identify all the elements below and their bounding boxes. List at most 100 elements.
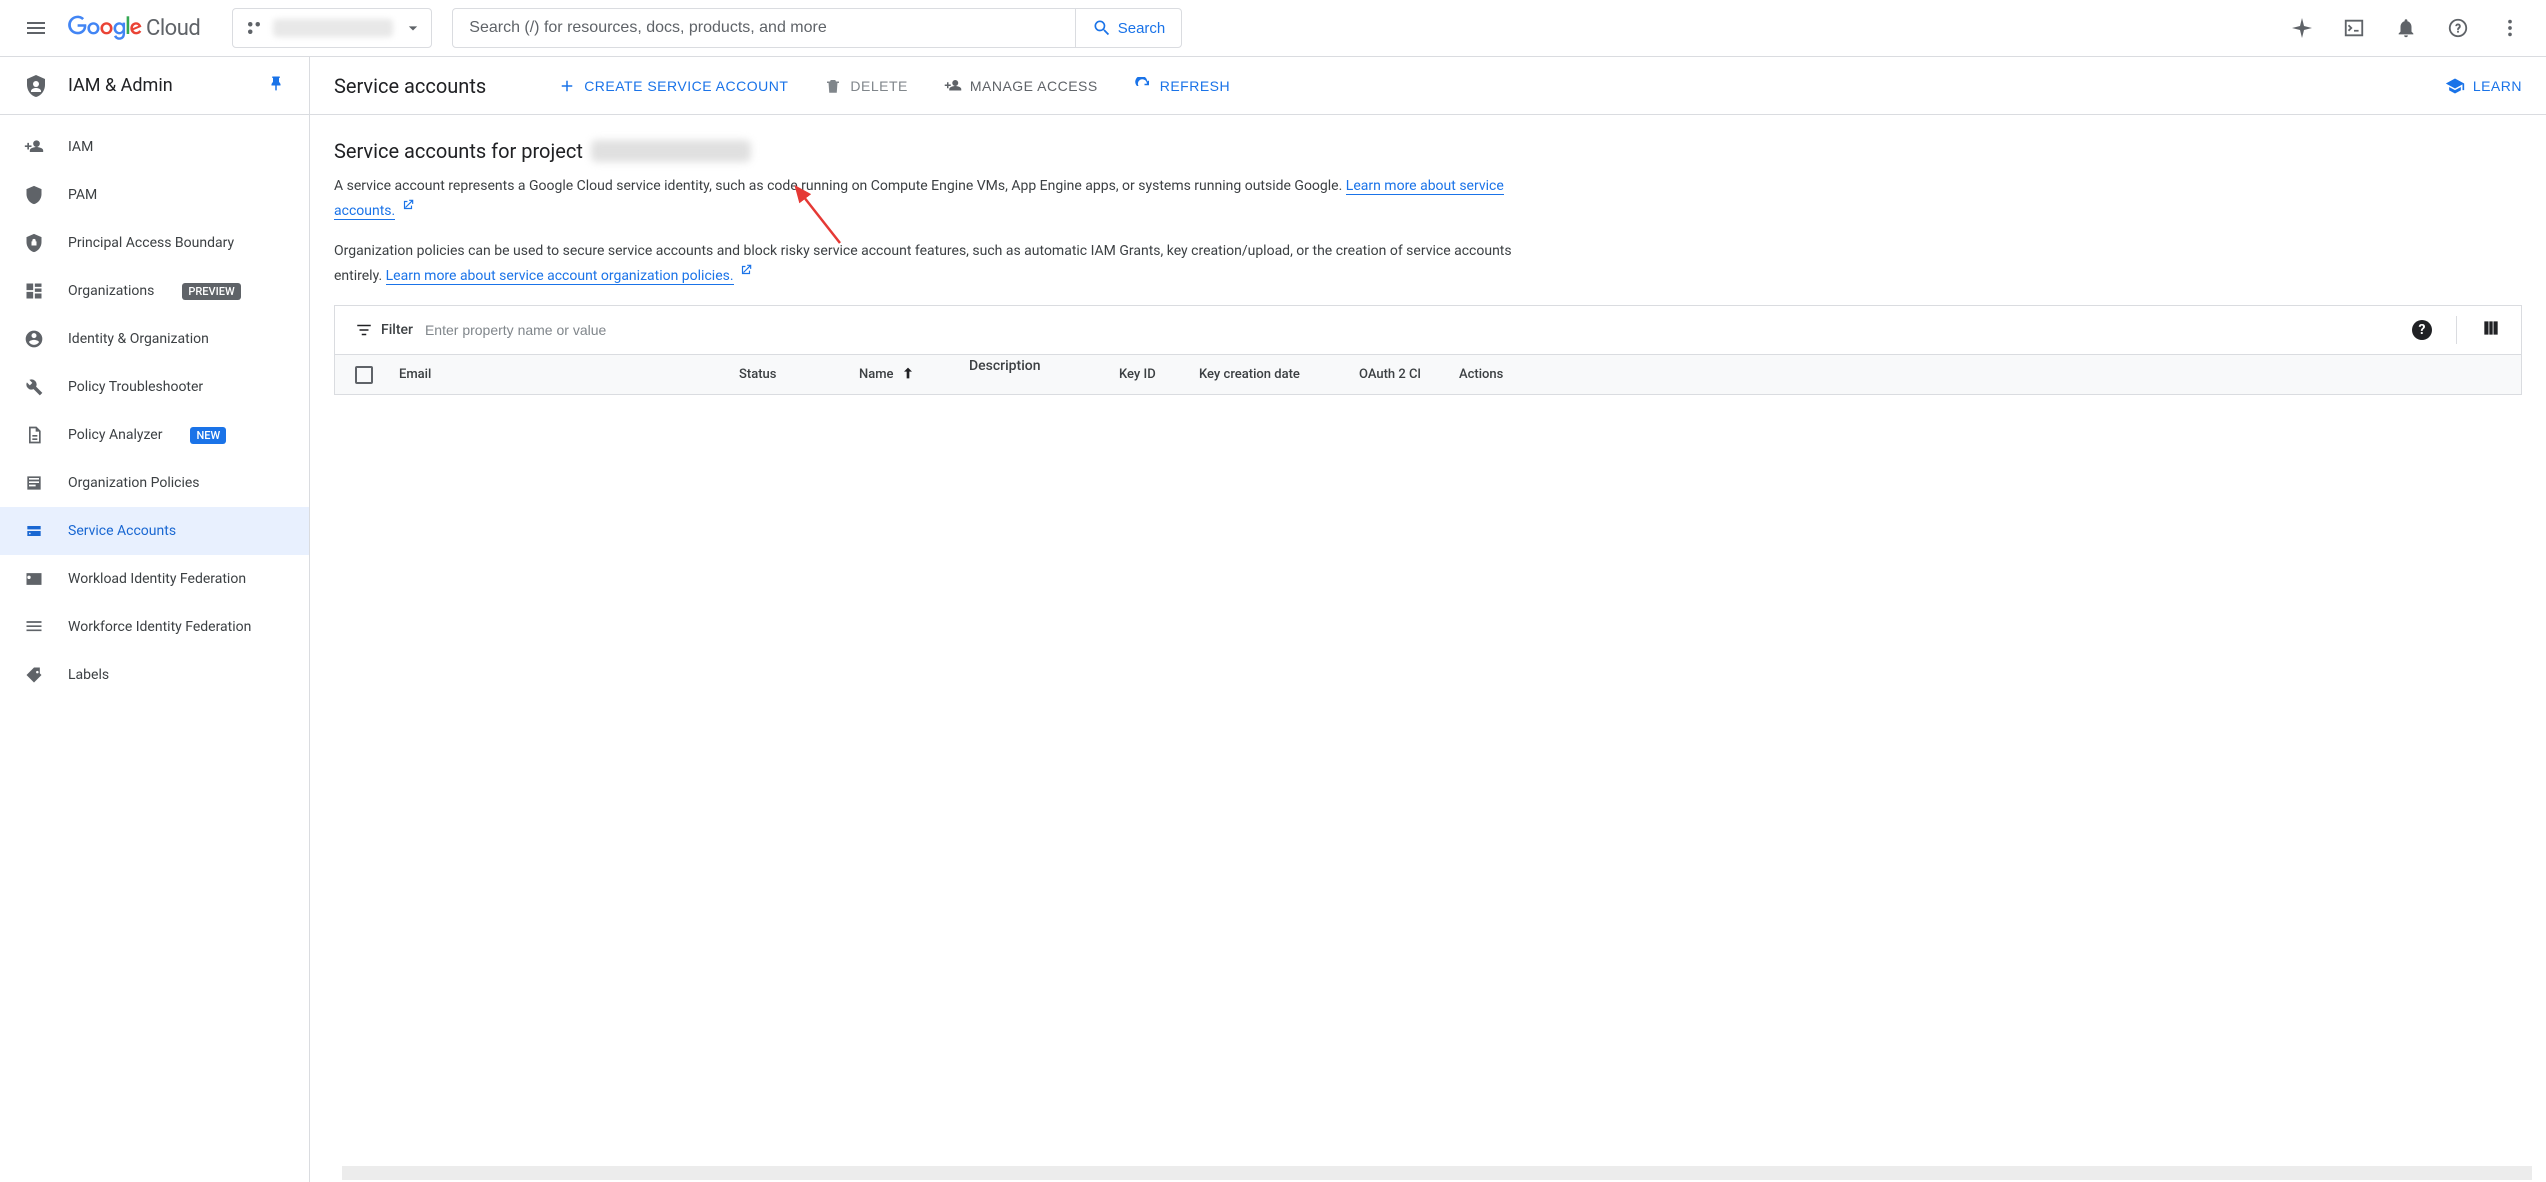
filter-icon [355,321,373,339]
select-all-cell [355,366,399,384]
column-header-actions: Actions [1459,367,1539,382]
sidebar-item-policy-troubleshooter[interactable]: Policy Troubleshooter [0,363,309,411]
policy-doc-icon [24,425,44,445]
pin-button[interactable] [267,75,285,97]
hamburger-menu-button[interactable] [12,4,60,52]
account-circle-icon [24,329,44,349]
sidebar-item-pam[interactable]: PAM [0,171,309,219]
external-link-icon [739,262,753,284]
sidebar-item-label: Organization Policies [68,475,200,491]
shield-icon [24,185,44,205]
sidebar-item-service-accounts[interactable]: Service Accounts [0,507,309,555]
badge-card-icon [24,569,44,589]
sidebar-item-label: Workload Identity Federation [68,571,246,587]
chevron-down-icon [403,18,423,38]
columns-icon [2481,318,2501,338]
plus-icon [558,77,576,95]
project-name-redacted-inline [591,140,751,162]
gemini-button[interactable] [2278,4,2326,52]
search-button-label: Search [1118,20,1166,37]
filter-row: Filter ? [335,306,2521,354]
project-name-redacted [273,19,393,37]
external-link-icon [401,197,415,219]
refresh-label: REFRESH [1160,78,1230,94]
sidebar-item-label: Principal Access Boundary [68,235,234,251]
column-selector-button[interactable] [2481,318,2501,342]
column-header-name[interactable]: Name [859,365,969,385]
person-add-icon [24,137,44,157]
horizontal-scrollbar[interactable] [342,1166,2532,1180]
help-button[interactable] [2434,4,2482,52]
sidebar-item-organization-policies[interactable]: Organization Policies [0,459,309,507]
section-heading: Service accounts for project [334,139,2522,163]
project-selector[interactable] [232,8,432,48]
description-paragraph-2: Organization policies can be used to sec… [334,240,1534,287]
badge-preview: PREVIEW [182,283,240,300]
search-icon [1092,18,1112,38]
delete-button-label: DELETE [850,78,907,94]
description-paragraph-1: A service account represents a Google Cl… [334,175,1534,222]
sparkle-icon [2290,16,2314,40]
project-icon [245,19,263,37]
sidebar-item-label: IAM [68,139,93,155]
person-add-icon [944,77,962,95]
sidebar-item-label: Identity & Organization [68,331,209,347]
main-content: Service accounts CREATE SERVICE ACCOUNT … [310,57,2546,1182]
terminal-icon [2343,17,2365,39]
filter-help-button[interactable]: ? [2412,320,2432,340]
learn-label: LEARN [2473,78,2522,94]
divider [2456,316,2457,344]
accounts-table: Filter ? Email Status Name [334,305,2522,395]
sidebar-item-identity-organization[interactable]: Identity & Organization [0,315,309,363]
sidebar-title: IAM & Admin [68,75,247,96]
learn-button[interactable]: LEARN [2445,76,2522,96]
table-header-row: Email Status Name Description Key ID Key… [335,354,2521,394]
manage-access-button[interactable]: MANAGE ACCESS [940,69,1102,103]
create-button-label: CREATE SERVICE ACCOUNT [584,78,788,94]
sidebar-item-labels[interactable]: Labels [0,651,309,699]
learn-more-org-policies-link[interactable]: Learn more about service account organiz… [386,268,734,285]
sidebar-nav: IAM PAM Principal Access Boundary Organizat… [0,115,309,707]
action-bar: Service accounts CREATE SERVICE ACCOUNT … [310,57,2546,115]
hamburger-icon [24,16,48,40]
sidebar-item-label: PAM [68,187,97,203]
article-icon [24,473,44,493]
notifications-button[interactable] [2382,4,2430,52]
para1-text: A service account represents a Google Cl… [334,178,1346,194]
cloud-shell-button[interactable] [2330,4,2378,52]
column-header-email[interactable]: Email [399,367,739,382]
select-all-checkbox[interactable] [355,366,373,384]
service-account-icon [24,521,44,541]
sidebar-item-iam[interactable]: IAM [0,123,309,171]
column-header-keydate[interactable]: Key creation date [1199,367,1359,382]
sidebar-item-policy-analyzer[interactable]: Policy AnalyzerNEW [0,411,309,459]
create-service-account-button[interactable]: CREATE SERVICE ACCOUNT [554,69,792,103]
para2-link-text: Learn more about service account organiz… [386,268,734,284]
topbar-right-icons [2278,4,2534,52]
page-title: Service accounts [334,74,486,98]
sidebar-item-label: Workforce Identity Federation [68,619,251,635]
column-header-keyid[interactable]: Key ID [1119,367,1199,382]
delete-button[interactable]: DELETE [820,69,911,103]
global-search: Search [452,8,1182,48]
brand-product-text: Cloud [146,16,200,41]
column-header-description[interactable]: Description [969,355,1119,377]
sidebar-item-label: Organizations [68,283,154,299]
more-button[interactable] [2486,4,2534,52]
manage-access-label: MANAGE ACCESS [970,78,1098,94]
sidebar-item-organizations[interactable]: Organizations PREVIEW [0,267,309,315]
google-cloud-logo[interactable]: Cloud [68,15,200,41]
search-button[interactable]: Search [1075,9,1182,47]
org-icon [24,281,44,301]
sidebar-header: IAM & Admin [0,57,309,115]
search-input[interactable] [453,19,1074,37]
sidebar-item-workforce-identity-federation[interactable]: Workforce Identity Federation [0,603,309,651]
tag-icon [24,665,44,685]
sidebar-item-workload-identity-federation[interactable]: Workload Identity Federation [0,555,309,603]
filter-input[interactable] [425,322,2400,338]
sidebar-item-principal-access-boundary[interactable]: Principal Access Boundary [0,219,309,267]
column-header-status[interactable]: Status [739,367,859,382]
column-header-oauth[interactable]: OAuth 2 Cl [1359,367,1459,382]
refresh-button[interactable]: REFRESH [1130,69,1234,103]
help-icon [2447,17,2469,39]
